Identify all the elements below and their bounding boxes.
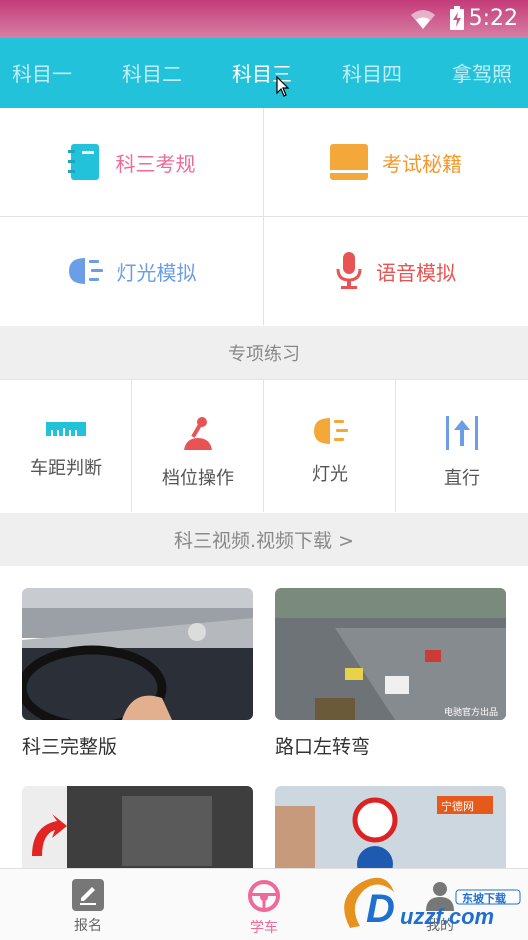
exam-tips-button[interactable]: 考试秘籍: [264, 108, 528, 216]
driving-scene-image: [22, 588, 253, 720]
grid-divider: [131, 380, 132, 512]
grid-divider: [0, 216, 528, 217]
video-title[interactable]: 科三完整版: [22, 732, 117, 759]
practice-label: 直行: [444, 468, 480, 489]
book-icon: [330, 144, 368, 180]
tab-subject-1[interactable]: 科目一: [12, 58, 72, 87]
thumb-caption: 电驰官方出品: [443, 708, 498, 718]
practice-distance[interactable]: 车距判断: [0, 380, 132, 512]
video-thumbnail[interactable]: 宁德网: [275, 786, 506, 876]
mouse-cursor-icon: [276, 76, 290, 97]
voice-sim-button[interactable]: 语音模拟: [264, 217, 528, 325]
steering-wheel-icon: [248, 880, 280, 912]
grid-divider: [263, 380, 264, 512]
status-time: 5:22: [468, 6, 518, 31]
practice-straight[interactable]: 直行: [396, 380, 528, 512]
practice-label: 灯光: [312, 464, 348, 485]
practice-lights[interactable]: 灯光: [264, 380, 396, 512]
grid-divider: [395, 380, 396, 512]
wifi-icon: [411, 10, 435, 29]
ruler-icon: [46, 422, 86, 436]
watermark-logo: D 东坡下载 uzzf.com: [338, 868, 528, 940]
nav-learn[interactable]: 学车: [176, 869, 352, 940]
subject-tab-bar: 科目一 科目二 科目三 科目四 拿驾照: [0, 38, 528, 108]
light-sim-label: 灯光模拟: [116, 260, 197, 285]
edit-icon: [72, 879, 104, 911]
practice-label: 档位操作: [162, 468, 234, 489]
straight-arrow-icon: [446, 416, 478, 450]
nav-label: 学车: [250, 920, 278, 936]
video-thumbnail[interactable]: [22, 588, 253, 720]
tab-subject-4[interactable]: 科目四: [342, 58, 402, 87]
gear-shift-icon: [184, 417, 212, 450]
voice-sim-label: 语音模拟: [376, 260, 456, 285]
video-download-link[interactable]: 科三视频.视频下载 >: [0, 513, 528, 566]
nav-label: 报名: [74, 918, 102, 934]
microphone-icon: [336, 252, 362, 289]
video-thumbnail[interactable]: 电驰官方出品: [275, 588, 506, 720]
video-thumbnail[interactable]: [22, 786, 253, 876]
practice-gear[interactable]: 档位操作: [132, 380, 264, 512]
notebook-icon: [67, 144, 99, 180]
special-practice-header: 专项练习: [0, 326, 528, 379]
tab-get-license[interactable]: 拿驾照: [452, 58, 512, 87]
intersection-scene-image: [275, 588, 506, 720]
exam-tips-label: 考试秘籍: [382, 151, 462, 176]
headlight-icon: [314, 418, 348, 444]
svg-text:D: D: [366, 887, 395, 931]
practice-label: 车距判断: [30, 458, 102, 479]
grid-divider: [0, 379, 528, 380]
video-title[interactable]: 路口左转弯: [275, 732, 370, 759]
watermark-text: uzzf.com: [400, 904, 495, 929]
nav-signup[interactable]: 报名: [0, 869, 176, 940]
rules-label: 科三考规: [115, 151, 196, 176]
brand-badge: 宁德网: [441, 800, 474, 813]
light-sim-button[interactable]: 灯光模拟: [0, 217, 263, 325]
status-bar: 5:22: [0, 0, 528, 38]
turn-signal-image: [22, 786, 253, 876]
tab-subject-2[interactable]: 科目二: [122, 58, 182, 87]
battery-charging-icon: [450, 6, 464, 30]
rules-button[interactable]: 科三考规: [0, 108, 263, 216]
headlight-icon: [68, 258, 103, 284]
